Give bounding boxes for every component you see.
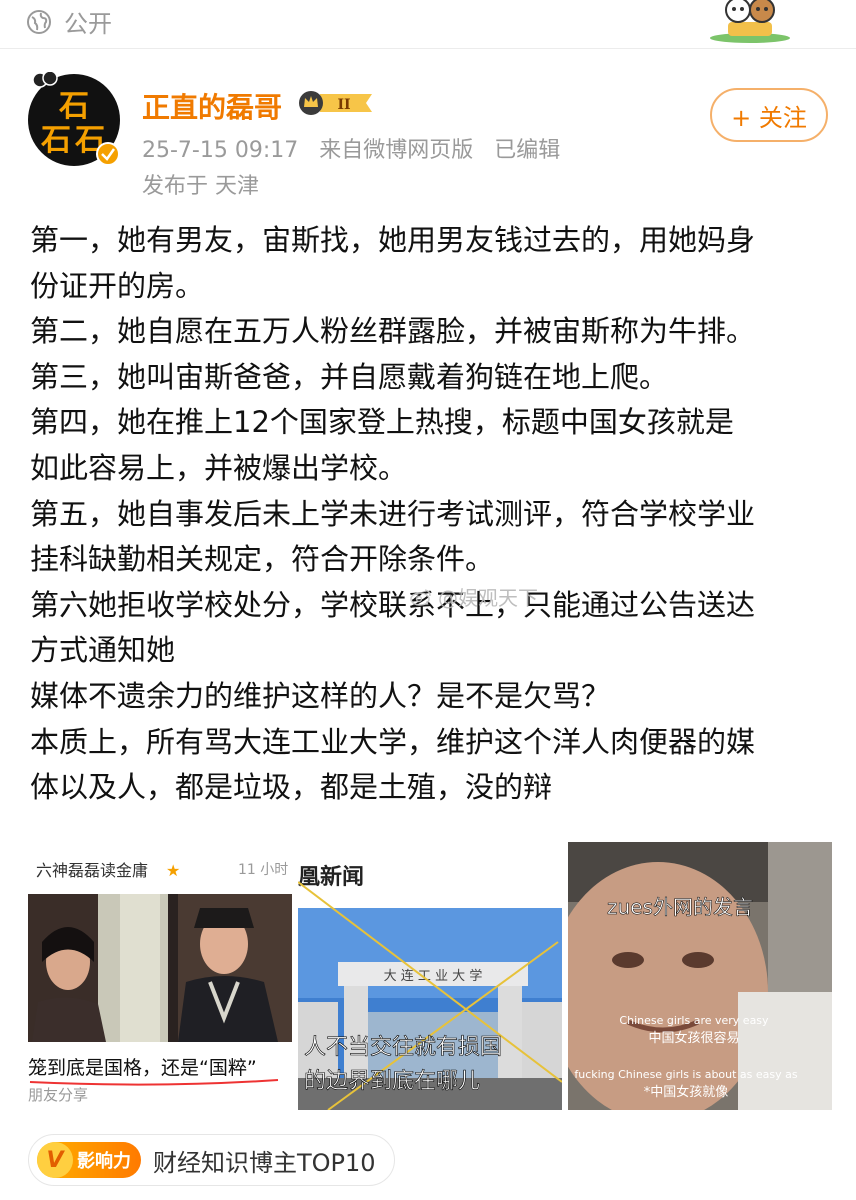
post-line: 挂科缺勤相关规定，符合开除条件。 [30, 542, 495, 577]
influence-text: 财经知识博主TOP10 [153, 1148, 376, 1177]
avatar[interactable]: 石 石 石 [26, 72, 122, 168]
img3-title: zues外网的发言 [607, 895, 753, 919]
influence-tag[interactable]: V 影响力 财经知识博主TOP10 [28, 1134, 395, 1186]
svg-text:II: II [337, 97, 350, 113]
post-line: 本质上，所有骂大连工业大学，维护这个洋人肉便器的媒 [30, 724, 756, 759]
post-line: 第二，她自愿在五万人粉丝群露脸，并被宙斯称为牛排。 [30, 314, 756, 349]
panda-mascot-icon [710, 0, 790, 43]
image-grid: 六神磊磊读金庸 ★ 11 小时 笼到底是国格，还是“国粹” 朋友分享 凰新闻 大… [28, 842, 832, 1110]
post-source: 来自微博网页版 [319, 138, 474, 163]
post-meta: 25-7-15 09:17 来自微博网页版 已编辑 [142, 132, 574, 164]
privacy-label: 公开 [64, 10, 112, 38]
weibo-logo-icon [410, 588, 431, 606]
post-line: 第三，她叫宙斯爸爸，并自愿戴着狗链在地上爬。 [30, 359, 669, 394]
img3-subtitle-1-en: Chinese girls are very easy [619, 1014, 769, 1027]
img1-caption: 笼到底是国格，还是“国粹” [28, 1057, 257, 1079]
img1-time: 11 小时 [238, 862, 288, 878]
img3-subtitle-1-zh: 中国女孩很容易 [648, 1030, 739, 1046]
post-line: 第一，她有男友，宙斯找，她用男友钱过去的，用她妈身 [30, 223, 756, 257]
verified-check-icon [96, 142, 120, 166]
svg-text:★: ★ [166, 861, 180, 880]
post-time[interactable]: 25-7-15 09:17 [142, 138, 298, 163]
post-image-2[interactable]: 凰新闻 大 连 工 业 大 学 人不当交往就有损国 的边界到底在哪儿 [298, 842, 562, 1110]
svg-text:石: 石 [40, 123, 71, 158]
privacy-setting[interactable]: 公开 [26, 4, 112, 39]
post-line: 份证开的房。 [30, 268, 205, 303]
influence-v-icon: V [37, 1142, 73, 1178]
globe-icon [27, 9, 51, 34]
watermark: @娱观天下 [410, 582, 538, 611]
post-line: 如此容易上，并被爆出学校。 [30, 450, 408, 485]
img3-subtitle-2-en: fucking Chinese girls is about as easy a… [574, 1068, 798, 1081]
img3-subtitle-2-zh: *中国女孩就像 [644, 1084, 729, 1100]
post-line: 体以及人，都是垃圾，都是土殖，没的辩 [30, 770, 553, 805]
img2-header: 凰新闻 [298, 864, 364, 890]
top-bar: 公开 [0, 0, 856, 49]
img2-caption-line-1: 人不当交往就有损国 [304, 1035, 502, 1060]
post-line: 第五，她自事发后未上学未进行考试测评，符合学校学业 [30, 496, 756, 531]
influence-badge-label: 影响力 [77, 1151, 131, 1172]
post-body: 第一，她有男友，宙斯找，她用男友钱过去的，用她妈身 份证开的房。 第二，她自愿在… [30, 218, 830, 811]
post-line: 媒体不遗余力的维护这样的人？是不是欠骂？ [30, 678, 611, 713]
influence-badge: V 影响力 [37, 1142, 141, 1178]
img1-account-name: 六神磊磊读金庸 [36, 861, 148, 880]
vip-crown-badge-icon[interactable]: II [298, 88, 378, 118]
img2-gate-text: 大 连 工 业 大 学 [384, 968, 483, 984]
post-image-1[interactable]: 六神磊磊读金庸 ★ 11 小时 笼到底是国格，还是“国粹” 朋友分享 [28, 842, 292, 1110]
post-image-3[interactable]: zues外网的发言 Chinese girls are very easy 中国… [568, 842, 832, 1110]
img2-caption-line-2: 的边界到底在哪儿 [304, 1069, 480, 1094]
follow-button[interactable]: + 关注 [710, 88, 828, 142]
img1-footer: 朋友分享 [28, 1086, 88, 1104]
svg-text:石: 石 [58, 89, 89, 124]
author-name[interactable]: 正直的磊哥 [142, 86, 282, 126]
edited-label[interactable]: 已编辑 [494, 138, 560, 163]
post-line: 方式通知她 [30, 633, 176, 668]
post-location: 发布于 天津 [142, 174, 259, 199]
post-line: 第四，她在推上12个国家登上热搜，标题中国女孩就是 [30, 405, 734, 440]
